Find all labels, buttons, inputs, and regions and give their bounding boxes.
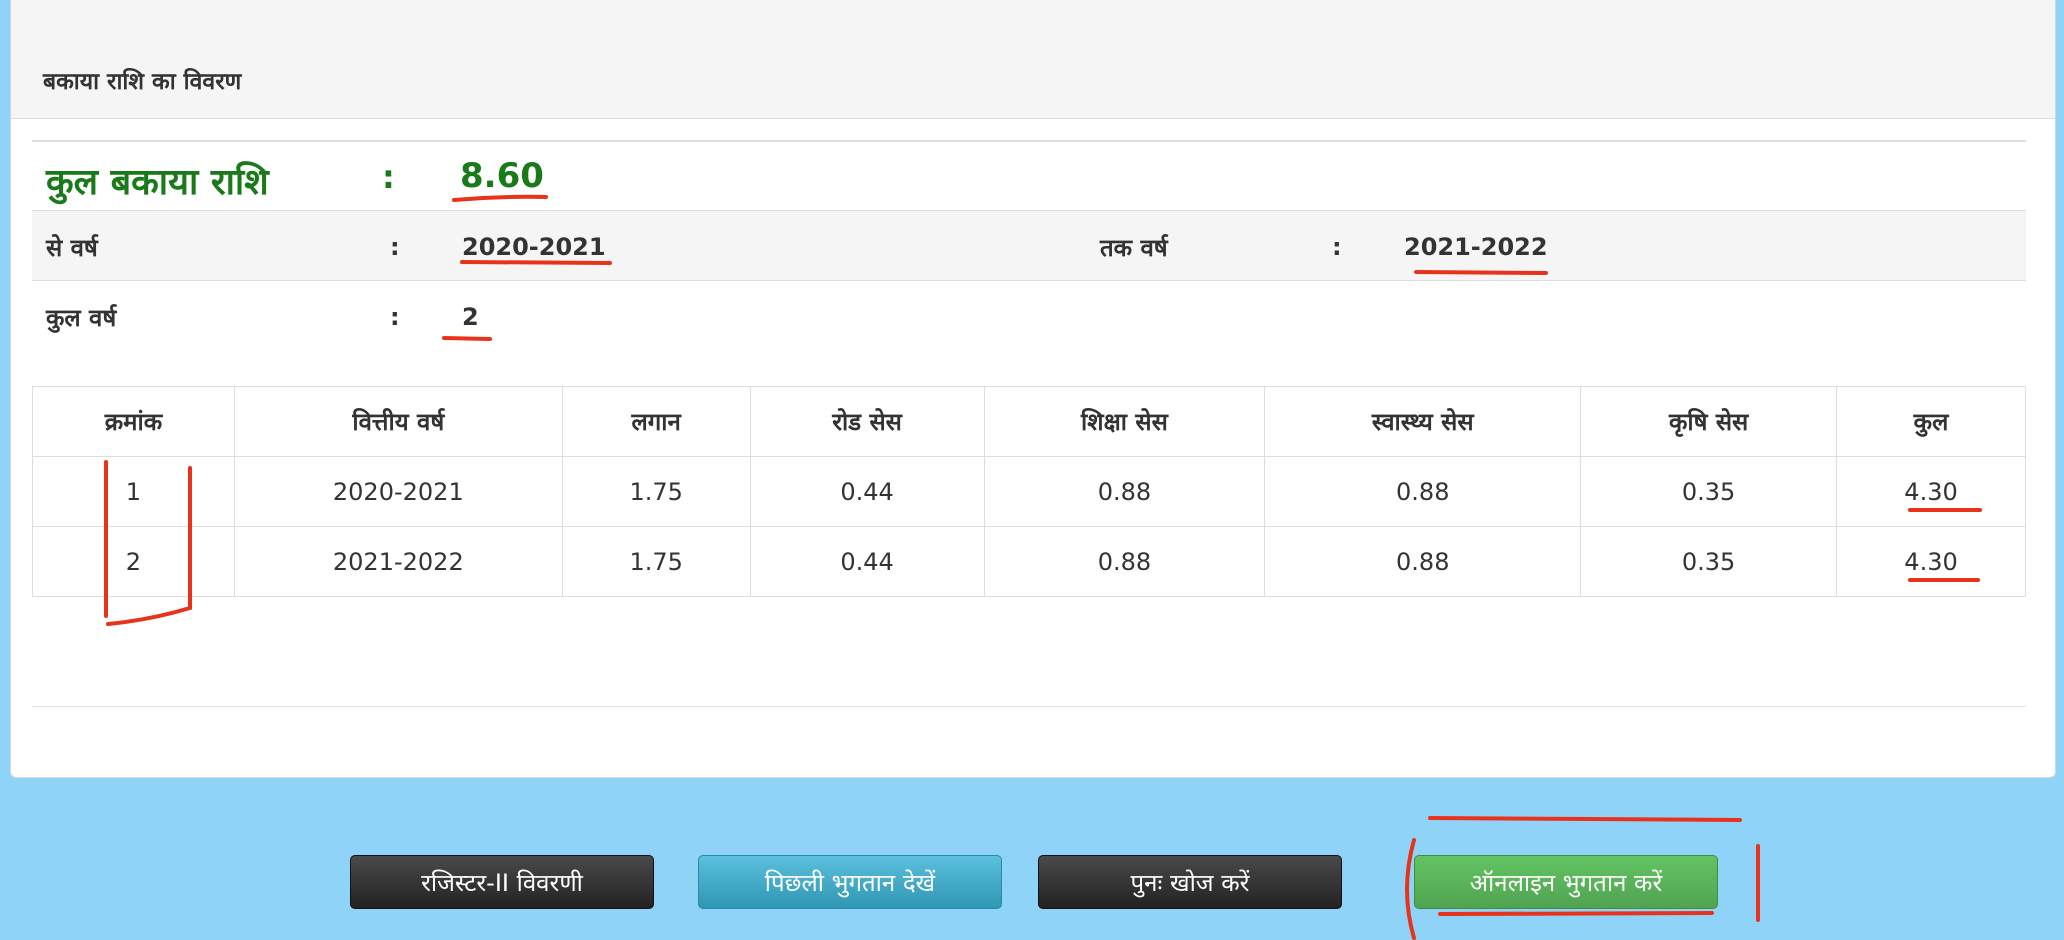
col-header-education-cess: शिक्षा सेस: [983, 386, 1266, 457]
cell-total: 4.30: [1836, 526, 2026, 597]
cell-agriculture-cess: 0.35: [1580, 456, 1838, 527]
separator: :: [390, 233, 400, 261]
year-range-row: से वर्ष : 2020-2021 तक वर्ष : 2021-2022: [32, 210, 2026, 280]
total-dues-label: कुल बकाया राशि: [46, 162, 269, 203]
panel-title: बकाया राशि का विवरण: [43, 69, 242, 95]
cell-health-cess: 0.88: [1264, 526, 1582, 597]
table-row: 2 2021-2022 1.75 0.44 0.88 0.88 0.35 4.3…: [32, 526, 2026, 597]
col-header-agriculture-cess: कृषि सेस: [1580, 386, 1838, 457]
table-row: 1 2020-2021 1.75 0.44 0.88 0.88 0.35 4.3…: [32, 456, 2026, 527]
online-payment-top-line: [1428, 816, 1742, 822]
panel-header: बकाया राशि का विवरण: [11, 0, 2055, 119]
cell-total: 4.30: [1836, 456, 2026, 527]
online-payment-button[interactable]: ऑनलाइन भुगतान करें: [1414, 855, 1718, 909]
separator: :: [390, 303, 400, 331]
total-dues-row: कुल बकाया राशि : 8.60: [32, 140, 2026, 210]
col-header-financial-year: वित्तीय वर्ष: [233, 386, 563, 457]
search-again-button[interactable]: पुनः खोज करें: [1038, 855, 1342, 909]
total-dues-value: 8.60: [460, 156, 544, 196]
to-year-value: 2021-2022: [1404, 233, 1548, 261]
from-year-value: 2020-2021: [462, 233, 606, 261]
table-header-row: क्रमांक वित्तीय वर्ष लगान रोड सेस शिक्षा…: [32, 386, 2026, 457]
from-year-label: से वर्ष: [46, 234, 98, 262]
cell-serial: 2: [32, 526, 235, 597]
separator: :: [1332, 233, 1342, 261]
online-payment-underline: [1438, 911, 1714, 916]
total-years-value: 2: [462, 303, 479, 331]
dues-summary: कुल बकाया राशि : 8.60 से वर्ष : 2020-202…: [32, 140, 2026, 350]
total-years-row: कुल वर्ष : 2: [32, 280, 2026, 350]
register-ii-button[interactable]: रजिस्टर-II विवरणी: [350, 855, 654, 909]
col-header-serial: क्रमांक: [32, 386, 235, 457]
total-years-label: कुल वर्ष: [46, 304, 117, 332]
cell-agriculture-cess: 0.35: [1580, 526, 1838, 597]
previous-payment-button[interactable]: पिछली भुगतान देखें: [698, 855, 1002, 909]
cell-rent: 1.75: [561, 456, 751, 527]
cell-road-cess: 0.44: [749, 456, 985, 527]
col-header-total: कुल: [1836, 386, 2026, 457]
cell-financial-year: 2021-2022: [233, 526, 563, 597]
dues-table: क्रमांक वित्तीय वर्ष लगान रोड सेस शिक्षा…: [32, 386, 2026, 597]
cell-rent: 1.75: [561, 526, 751, 597]
cell-health-cess: 0.88: [1264, 456, 1582, 527]
cell-education-cess: 0.88: [983, 456, 1266, 527]
col-header-rent: लगान: [561, 386, 751, 457]
online-payment-left-arc: [1405, 838, 1416, 940]
cell-financial-year: 2020-2021: [233, 456, 563, 527]
cell-education-cess: 0.88: [983, 526, 1266, 597]
cell-road-cess: 0.44: [749, 526, 985, 597]
to-year-label: तक वर्ष: [1100, 234, 1168, 262]
separator: :: [382, 158, 395, 196]
col-header-health-cess: स्वास्थ्य सेस: [1264, 386, 1582, 457]
col-header-road-cess: रोड सेस: [749, 386, 985, 457]
divider: [32, 706, 2026, 707]
cell-serial: 1: [32, 456, 235, 527]
